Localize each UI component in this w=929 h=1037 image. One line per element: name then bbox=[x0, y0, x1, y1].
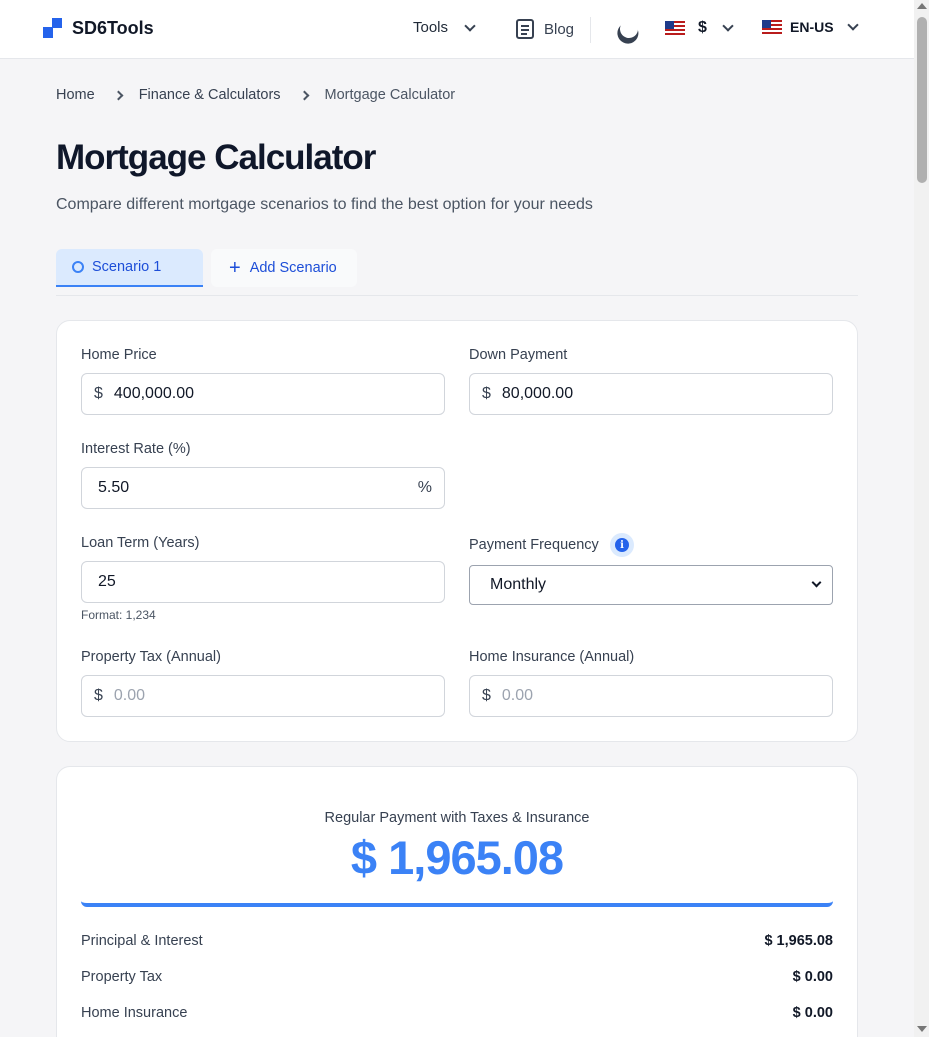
payment-frequency-value: Monthly bbox=[490, 576, 547, 593]
down-payment-label: Down Payment bbox=[469, 347, 568, 363]
breadcrumb-current: Mortgage Calculator bbox=[324, 87, 456, 103]
top-header: SD6Tools Tools Blog $ EN-US bbox=[0, 0, 914, 59]
payment-frequency-select[interactable]: Monthly bbox=[469, 565, 833, 605]
tools-label: Tools bbox=[413, 19, 449, 36]
dollar-prefix: $ bbox=[94, 385, 103, 402]
tabs-divider bbox=[56, 295, 858, 296]
home-insurance-row-label: Home Insurance bbox=[81, 1005, 188, 1021]
currency-symbol: $ bbox=[698, 19, 707, 36]
payment-amount: $ 1,965.08 bbox=[350, 831, 564, 884]
home-insurance-placeholder: 0.00 bbox=[501, 687, 534, 704]
payment-result-card: Regular Payment with Taxes & Insurance $… bbox=[56, 766, 858, 1037]
home-insurance-row-value: $ 0.00 bbox=[792, 1005, 833, 1021]
blog-label: Blog bbox=[544, 20, 575, 38]
principal-interest-label: Principal & Interest bbox=[81, 933, 203, 949]
brand-name: SD6Tools bbox=[72, 18, 154, 38]
language-selector[interactable]: EN-US bbox=[762, 19, 859, 35]
loan-term-label: Loan Term (Years) bbox=[81, 535, 200, 551]
property-tax-label: Property Tax (Annual) bbox=[81, 649, 221, 665]
mortgage-form-card: Home Price $ 400,000.00 Down Payment $ 8… bbox=[56, 320, 858, 742]
scroll-up-arrow-icon[interactable] bbox=[917, 3, 927, 9]
moon-icon[interactable] bbox=[617, 17, 642, 42]
property-tax-input[interactable]: $ 0.00 bbox=[81, 675, 445, 717]
chevron-right-icon bbox=[113, 90, 124, 100]
scroll-down-arrow-icon[interactable] bbox=[917, 1026, 927, 1032]
interest-rate-input[interactable]: 5.50 % bbox=[81, 467, 445, 509]
chevron-right-icon bbox=[299, 90, 309, 100]
chevron-down-icon bbox=[846, 19, 859, 31]
home-price-input[interactable]: $ 400,000.00 bbox=[81, 373, 445, 415]
logo-icon bbox=[43, 18, 62, 39]
us-flag-icon bbox=[665, 21, 685, 35]
home-price-label: Home Price bbox=[81, 347, 157, 363]
property-tax-row-value: $ 0.00 bbox=[792, 969, 833, 985]
chevron-down-icon bbox=[464, 19, 476, 32]
property-tax-row-label: Property Tax bbox=[81, 969, 163, 985]
home-price-value: 400,000.00 bbox=[113, 385, 194, 402]
chevron-down-icon bbox=[722, 20, 734, 32]
add-scenario-label: Add Scenario bbox=[249, 260, 337, 276]
home-insurance-input[interactable]: $ 0.00 bbox=[469, 675, 833, 717]
tab-scenario-1[interactable]: Scenario 1 bbox=[56, 249, 203, 287]
breadcrumb: Home Finance & Calculators Mortgage Calc… bbox=[56, 87, 455, 103]
dollar-prefix: $ bbox=[482, 687, 491, 704]
result-underline bbox=[81, 901, 833, 907]
loan-term-input[interactable]: 25 bbox=[81, 561, 445, 603]
tools-menu[interactable]: Tools bbox=[413, 19, 476, 36]
dollar-prefix: $ bbox=[94, 687, 103, 704]
breadcrumb-home[interactable]: Home bbox=[56, 87, 95, 103]
header-divider bbox=[590, 17, 591, 43]
loan-term-value: 25 bbox=[98, 573, 116, 590]
us-flag-icon bbox=[762, 20, 782, 34]
percent-suffix: % bbox=[417, 479, 432, 496]
info-icon[interactable]: i bbox=[610, 533, 634, 557]
circle-icon bbox=[72, 261, 84, 273]
result-label: Regular Payment with Taxes & Insurance bbox=[324, 810, 590, 826]
breadcrumb-finance[interactable]: Finance & Calculators bbox=[139, 87, 281, 103]
loan-term-hint: Format: 1,234 bbox=[81, 608, 156, 622]
interest-rate-label: Interest Rate (%) bbox=[81, 441, 191, 457]
down-payment-value: 80,000.00 bbox=[501, 385, 574, 402]
document-icon bbox=[516, 19, 534, 39]
page-subtitle: Compare different mortgage scenarios to … bbox=[56, 196, 593, 213]
down-payment-input[interactable]: $ 80,000.00 bbox=[469, 373, 833, 415]
scrollbar-thumb[interactable] bbox=[917, 17, 927, 183]
interest-rate-value: 5.50 bbox=[98, 479, 130, 496]
page-title: Mortgage Calculator bbox=[56, 138, 376, 177]
language-label: EN-US bbox=[790, 19, 834, 35]
tab-label: Scenario 1 bbox=[92, 259, 162, 275]
currency-selector[interactable]: $ bbox=[665, 19, 734, 37]
dollar-prefix: $ bbox=[482, 385, 491, 402]
add-scenario-button[interactable]: + Add Scenario bbox=[211, 249, 357, 287]
principal-interest-value: $ 1,965.08 bbox=[764, 933, 833, 949]
property-tax-placeholder: 0.00 bbox=[113, 687, 146, 704]
payment-frequency-label: Payment Frequency bbox=[469, 537, 599, 553]
chevron-down-icon bbox=[811, 577, 822, 588]
blog-link[interactable]: Blog bbox=[516, 19, 574, 39]
plus-icon: + bbox=[229, 257, 241, 279]
logo[interactable]: SD6Tools bbox=[43, 18, 154, 39]
home-insurance-label: Home Insurance (Annual) bbox=[469, 649, 635, 665]
